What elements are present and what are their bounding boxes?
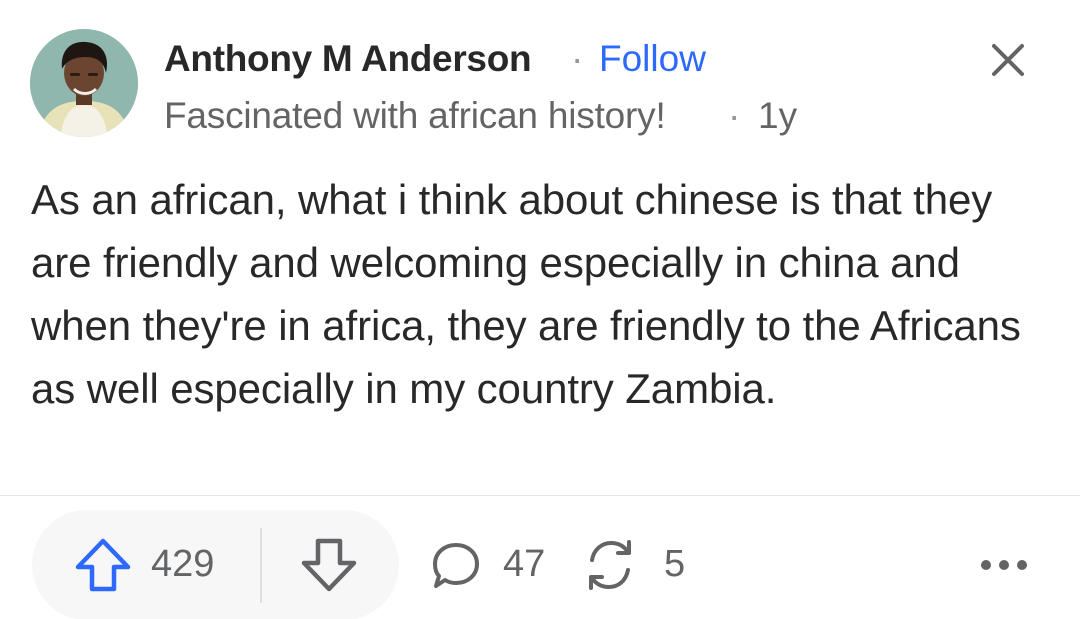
- comment-count[interactable]: 47: [503, 543, 545, 586]
- more-dots-icon[interactable]: [978, 555, 1030, 575]
- name-follow-separator: ·: [571, 38, 584, 79]
- author-avatar[interactable]: [30, 29, 138, 137]
- answer-card: Anthony M Anderson · Follow Fascinated w…: [0, 0, 1080, 619]
- downvote-arrow-icon[interactable]: [300, 537, 358, 593]
- content-divider: [0, 495, 1080, 496]
- close-icon: [992, 44, 1024, 76]
- credential-age-separator: ·: [728, 95, 741, 136]
- vote-divider: [260, 528, 262, 603]
- author-credential: Fascinated with african history!: [164, 95, 666, 136]
- user-avatar-icon: [30, 29, 138, 137]
- follow-button[interactable]: Follow: [599, 38, 706, 80]
- close-button[interactable]: [988, 40, 1028, 80]
- upvote-arrow-icon: [75, 538, 131, 592]
- upvote-count: 429: [151, 543, 215, 585]
- share-count[interactable]: 5: [664, 543, 685, 586]
- share-cycle-icon[interactable]: [580, 536, 640, 594]
- answer-text: As an african, what i think about chines…: [31, 176, 1021, 412]
- comment-bubble-icon[interactable]: [431, 540, 481, 592]
- author-name[interactable]: Anthony M Anderson: [164, 38, 532, 80]
- answer-age[interactable]: 1y: [758, 95, 797, 137]
